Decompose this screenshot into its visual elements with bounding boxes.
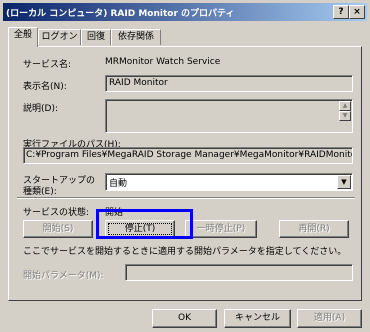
help-button[interactable]: ? [333,5,349,19]
tab-logon[interactable]: ログオン [38,29,81,45]
description-label: 説明(D): [23,104,58,114]
startup-type-value: 自動 [109,179,128,189]
display-name-field[interactable]: RAID Monitor [105,75,353,92]
exe-path-field[interactable]: C:¥Program Files¥MegaRAID Storage Manage… [23,147,353,164]
resume-button[interactable]: 再開(R) [279,220,349,238]
start-button[interactable]: 開始(S) [23,220,93,238]
window-title: (ローカル コンピュータ) RAID Monitor のプロパティ [6,9,235,19]
apply-button[interactable]: 適用(A) [297,309,362,328]
pause-button[interactable]: 一時停止(P) [185,220,257,238]
display-name-label: 表示名(N): [23,82,67,92]
start-params-label: 開始パラメータ(M): [23,271,104,281]
tab-recovery[interactable]: 回復 [81,29,111,45]
service-name-label: サービス名: [23,60,72,70]
cancel-button[interactable]: キャンセル [224,309,291,328]
ok-button[interactable]: OK [152,309,217,328]
start-params-hint: ここでサービスを開始するときに適用する開始パラメータを指定してください。 [23,247,347,257]
highlight-box [96,209,193,239]
general-panel: サービス名: MRMonitor Watch Service 表示名(N): R… [8,46,362,301]
description-scroll-up[interactable]: ▲ [339,101,351,111]
close-button[interactable]: × [349,5,365,19]
service-status-label: サービスの状態: [23,208,90,218]
start-params-field[interactable] [125,264,353,281]
title-bar[interactable]: (ローカル コンピュータ) RAID Monitor のプロパティ ? × [3,3,367,21]
properties-dialog: (ローカル コンピュータ) RAID Monitor のプロパティ ? × 全般… [0,0,370,332]
startup-type-label-line2: 種類(E): [23,187,57,197]
divider [17,197,355,199]
dropdown-arrow-icon[interactable]: ▼ [337,175,351,189]
startup-type-dropdown[interactable]: 自動 ▼ [105,173,353,191]
service-name-value: MRMonitor Watch Service [105,57,221,67]
description-field[interactable]: ▲ ▼ [105,99,353,133]
description-scroll-down[interactable]: ▼ [339,111,351,121]
tab-dependencies[interactable]: 依存関係 [111,29,161,45]
tab-general[interactable]: 全般 [8,27,38,47]
